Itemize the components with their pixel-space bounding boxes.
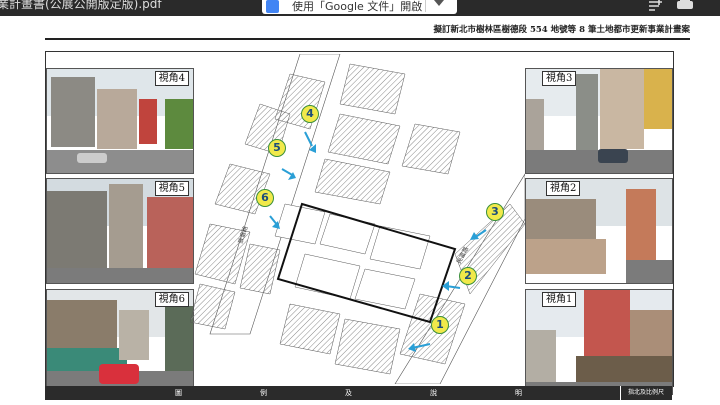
document-page: 擬訂新北市樹林區樹德段 554 地號等 8 筆土地都市更新事業計畫案 視角4 視… [0,16,720,405]
photo-view-6: 視角6 [46,289,194,395]
photo-view-2: 視角2 [525,178,673,284]
viewpoint-marker-1[interactable]: 1 [431,316,449,334]
legend-cell: 說 [430,389,437,397]
view-label: 視角5 [154,181,189,196]
view-label: 視角4 [154,71,189,86]
legend-north-scale: 指北及比例尺 [628,389,665,396]
viewpoint-marker-4[interactable]: 4 [301,105,319,123]
open-with-label: 使用「Google 文件」開啟 [292,0,423,13]
legend-divider [620,386,621,400]
view-label: 視角6 [154,292,189,307]
legend-bar: 圖 例 及 說 明 指北及比例尺 [45,386,672,400]
view-label: 視角2 [546,181,581,196]
legend-cell: 及 [345,389,352,397]
view-label: 視角3 [542,71,577,86]
viewpoint-marker-5[interactable]: 5 [268,139,286,157]
legend-cell: 明 [515,389,522,397]
add-to-drive-icon[interactable] [646,0,664,14]
open-with-google-docs-button[interactable]: 使用「Google 文件」開啟 [262,0,457,14]
legend-cell: 圖 [175,389,182,397]
google-docs-icon [266,0,279,13]
title-rule [45,38,690,40]
view-label: 視角1 [542,292,577,307]
viewpoint-marker-6[interactable]: 6 [256,189,274,207]
photo-view-4: 視角4 [46,68,194,174]
document-title: 擬訂新北市樹林區樹德段 554 地號等 8 筆土地都市更新事業計畫案 [433,25,691,35]
photo-view-5: 視角5 [46,178,194,284]
file-title: 業計畫書(公展公開版定版).pdf [0,0,162,11]
viewpoint-marker-3[interactable]: 3 [486,203,504,221]
viewpoint-marker-2[interactable]: 2 [459,267,477,285]
button-divider [425,0,426,12]
legend-cell: 例 [260,389,267,397]
viewer-toolbar: 業計畫書(公展公開版定版).pdf 使用「Google 文件」開啟 [0,0,720,16]
photo-view-3: 視角3 [525,68,673,174]
photo-view-1: 視角1 [525,289,673,395]
print-icon[interactable] [675,0,695,13]
site-map: 致富路 民富路 [190,54,525,384]
chevron-down-icon[interactable] [434,0,444,6]
